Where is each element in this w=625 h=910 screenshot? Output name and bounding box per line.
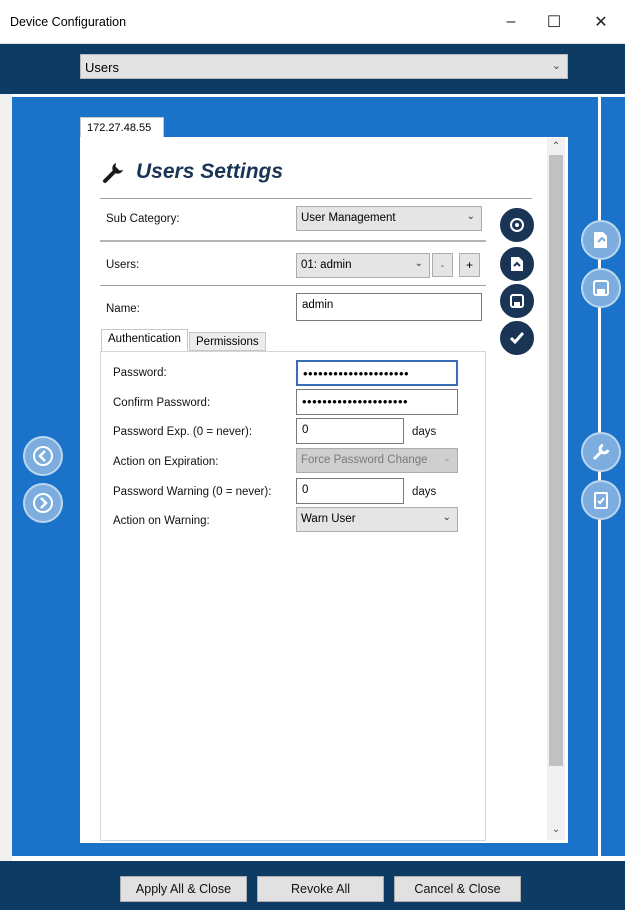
- name-field[interactable]: admin: [296, 293, 482, 321]
- password-exp-label: Password Exp. (0 = never):: [113, 426, 253, 438]
- target-icon[interactable]: [500, 208, 534, 242]
- password-label: Password:: [113, 367, 167, 379]
- sub-category-value: User Management: [301, 212, 396, 224]
- divider: [12, 94, 625, 97]
- category-select-value: Users: [85, 60, 119, 75]
- add-user-button[interactable]: +: [459, 253, 480, 277]
- password-warning-field[interactable]: 0: [296, 478, 404, 504]
- page-title: Users Settings: [102, 160, 283, 184]
- sub-category-label: Sub Category:: [106, 213, 180, 225]
- cancel-close-button[interactable]: Cancel & Close: [394, 876, 521, 902]
- remove-user-button[interactable]: -: [432, 253, 453, 277]
- password-exp-field[interactable]: 0: [296, 418, 404, 444]
- chevron-down-icon: ⌄: [442, 453, 451, 464]
- load-file-icon[interactable]: [500, 247, 534, 281]
- tab-pane-authentication: [100, 351, 486, 841]
- maximize-button[interactable]: ☐: [531, 8, 577, 36]
- minimize-button[interactable]: –: [488, 8, 534, 36]
- right-rail-line: [598, 97, 601, 861]
- sub-category-select[interactable]: User Management ⌄: [296, 206, 482, 231]
- password-field[interactable]: •••••••••••••••••••••: [296, 360, 458, 386]
- password-warning-label: Password Warning (0 = never):: [113, 486, 272, 498]
- divider: [100, 240, 486, 242]
- chevron-down-icon: ⌄: [551, 60, 561, 72]
- clipboard-icon[interactable]: [581, 480, 621, 520]
- close-button[interactable]: ✕: [578, 8, 624, 36]
- chevron-down-icon: ⌄: [442, 512, 451, 523]
- action-on-warning-value: Warn User: [301, 513, 356, 525]
- wrench-icon[interactable]: [581, 432, 621, 472]
- revoke-all-button[interactable]: Revoke All: [257, 876, 384, 902]
- title-bar: Device Configuration – ☐ ✕: [0, 0, 625, 44]
- action-on-warning-select[interactable]: Warn User ⌄: [296, 507, 458, 532]
- action-on-expiration-label: Action on Expiration:: [113, 456, 219, 468]
- save-icon[interactable]: [500, 284, 534, 318]
- password-exp-unit: days: [412, 426, 437, 438]
- chevron-down-icon: ⌄: [414, 258, 423, 269]
- action-on-expiration-select[interactable]: Force Password Change ⌄: [296, 448, 458, 473]
- tab-permissions[interactable]: Permissions: [189, 332, 266, 351]
- page-title-text: Users Settings: [136, 160, 284, 183]
- wrench-icon: [103, 163, 123, 183]
- divider: [100, 198, 532, 199]
- chevron-down-icon: ⌄: [466, 211, 475, 222]
- previous-icon[interactable]: [23, 436, 63, 476]
- next-icon[interactable]: [23, 483, 63, 523]
- scroll-down-icon[interactable]: ⌄: [549, 824, 563, 835]
- device-tab[interactable]: 172.27.48.55: [80, 117, 164, 139]
- divider: [100, 285, 486, 286]
- action-on-warning-label: Action on Warning:: [113, 515, 210, 527]
- load-file-icon[interactable]: [581, 220, 621, 260]
- check-icon[interactable]: [500, 321, 534, 355]
- scrollbar-thumb[interactable]: [549, 155, 563, 766]
- action-on-expiration-value: Force Password Change: [301, 454, 428, 466]
- users-value: 01: admin: [301, 259, 352, 271]
- save-icon[interactable]: [581, 268, 621, 308]
- confirm-password-label: Confirm Password:: [113, 397, 211, 409]
- window-title: Device Configuration: [10, 15, 127, 29]
- tab-authentication[interactable]: Authentication: [101, 329, 188, 352]
- name-label: Name:: [106, 303, 140, 315]
- users-label: Users:: [106, 259, 140, 271]
- scroll-up-icon[interactable]: ⌃: [549, 141, 563, 152]
- password-warning-unit: days: [412, 486, 437, 498]
- confirm-password-field[interactable]: •••••••••••••••••••••: [296, 389, 458, 415]
- apply-all-close-button[interactable]: Apply All & Close: [120, 876, 247, 902]
- users-select[interactable]: 01: admin ⌄: [296, 253, 430, 278]
- category-select[interactable]: Users ⌄: [80, 54, 568, 79]
